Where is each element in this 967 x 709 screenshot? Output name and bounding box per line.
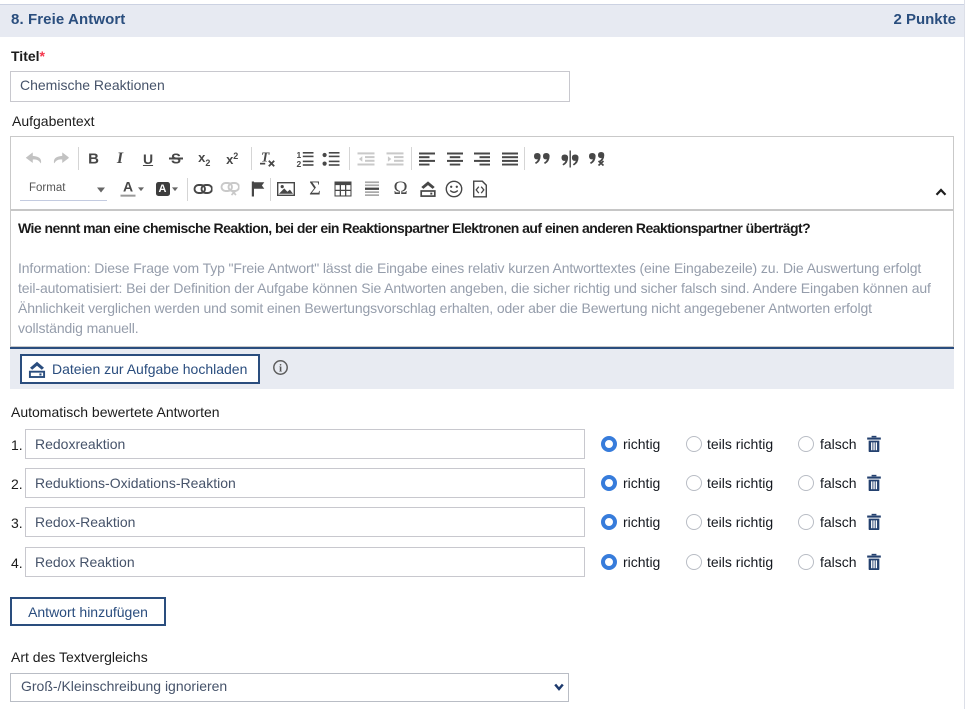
svg-text:T: T — [261, 151, 270, 165]
svg-text:i: i — [278, 362, 281, 374]
svg-text:2: 2 — [297, 158, 302, 166]
